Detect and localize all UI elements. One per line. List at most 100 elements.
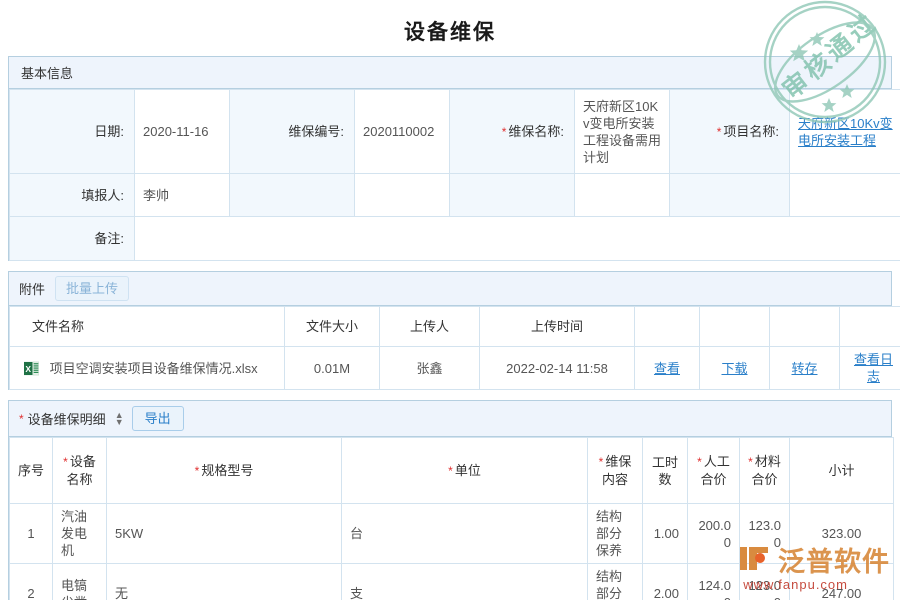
col-subtotal: 小计 [790,438,894,504]
basic-info-header: 基本信息 [9,57,891,89]
view-link[interactable]: 查看 [654,361,680,376]
col-spec-model-text: 规格型号 [201,463,253,478]
table-header-row: 序号 *设备名称 *规格型号 *单位 *维保内容 工时数 *人工合价 *材料合价… [10,438,894,504]
col-filename: 文件名称 [10,307,285,347]
maintenance-name-label-text: 维保名称: [508,124,564,139]
project-name-label: *项目名称: [670,90,790,174]
attachment-action-cell: 下载 [700,347,770,390]
reporter-value[interactable]: 李帅 [135,174,230,217]
col-uploader: 上传人 [380,307,480,347]
col-spec-model: *规格型号 [107,438,342,504]
required-asterisk-icon: * [448,464,453,478]
attachment-uploader: 张鑫 [380,347,480,390]
attachment-action-cell: 转存 [770,347,840,390]
detail-labor-price[interactable]: 200.00 [688,504,740,564]
transfer-link[interactable]: 转存 [791,361,817,376]
attachment-title: 附件 [19,279,45,298]
document-page: 审 核 通 过 设备维保 基本信息 日期: 2020-11-16 [0,0,900,600]
detail-title: 设备维保明细 [28,409,106,428]
svg-text:X: X [25,363,31,373]
col-maintenance-content-text: 维保内容 [602,454,631,487]
table-row: 备注: [10,217,900,261]
required-asterisk-icon: * [502,125,507,139]
table-header-row: 文件名称 文件大小 上传人 上传时间 [10,307,900,347]
detail-material-price[interactable]: 123.00 [740,504,790,564]
date-label: 日期: [10,90,135,174]
col-action-transfer [770,307,840,347]
col-action-download [700,307,770,347]
col-device-name: *设备名称 [53,438,107,504]
project-name-link[interactable]: 天府新区10Kv变电所安装工程 [798,116,893,148]
required-asterisk-icon: * [63,455,68,469]
empty-cell [355,174,450,217]
project-name-value[interactable]: 天府新区10Kv变电所安装工程 [790,90,900,174]
detail-device-name[interactable]: 汽油发电机 [53,504,107,564]
col-unit: *单位 [342,438,588,504]
view-log-link[interactable]: 查看日志 [854,352,893,384]
page-title: 设备维保 [0,0,900,56]
table-row: 日期: 2020-11-16 维保编号: 2020110002 *维保名称: 天… [10,90,900,174]
export-button[interactable]: 导出 [132,406,184,431]
detail-labor-price[interactable]: 124.00 [688,564,740,600]
detail-spec-model[interactable]: 无 [107,564,342,600]
remark-value[interactable] [135,217,900,261]
detail-index: 1 [10,504,53,564]
detail-labor-hours[interactable]: 1.00 [643,504,688,564]
reporter-label: 填报人: [10,174,135,217]
basic-info-title: 基本信息 [21,63,73,82]
detail-maintenance-content[interactable]: 结构部分保养 [588,564,643,600]
chevron-down-icon: ▼ [115,419,124,426]
col-unit-text: 单位 [455,463,481,478]
detail-material-price[interactable]: 123.00 [740,564,790,600]
empty-cell [790,174,900,217]
basic-info-section: 基本信息 日期: 2020-11-16 维保编号: 2020110002 *维保… [8,56,892,261]
attachment-action-cell: 查看 [635,347,700,390]
sort-toggle-icon[interactable]: ▲ ▼ [115,412,124,426]
col-device-name-text: 设备名称 [66,454,95,487]
col-labor-price: *人工合价 [688,438,740,504]
detail-subtotal: 323.00 [790,504,894,564]
attachment-filesize: 0.01M [285,347,380,390]
detail-labor-hours[interactable]: 2.00 [643,564,688,600]
empty-cell [450,174,575,217]
detail-index: 2 [10,564,53,600]
empty-cell [230,174,355,217]
table-row: 填报人: 李帅 [10,174,900,217]
col-action-view [635,307,700,347]
col-maintenance-content: *维保内容 [588,438,643,504]
col-action-log [840,307,900,347]
maintenance-code-label: 维保编号: [230,90,355,174]
basic-info-table: 日期: 2020-11-16 维保编号: 2020110002 *维保名称: 天… [9,89,900,261]
detail-table: 序号 *设备名称 *规格型号 *单位 *维保内容 工时数 *人工合价 *材料合价… [9,437,894,600]
attachment-table: 文件名称 文件大小 上传人 上传时间 X [9,306,900,390]
required-asterisk-icon: * [195,464,200,478]
detail-device-name[interactable]: 电镐尖凿 [53,564,107,600]
col-filesize: 文件大小 [285,307,380,347]
required-asterisk-icon: * [599,455,604,469]
detail-unit[interactable]: 支 [342,564,588,600]
attachment-upload-time: 2022-02-14 11:58 [480,347,635,390]
table-row: 1 汽油发电机 5KW 台 结构部分保养 1.00 200.00 123.00 … [10,504,894,564]
required-asterisk-icon: * [697,455,702,469]
detail-header: * 设备维保明细 ▲ ▼ 导出 [9,401,891,437]
empty-cell [670,174,790,217]
col-index: 序号 [10,438,53,504]
detail-unit[interactable]: 台 [342,504,588,564]
detail-section: * 设备维保明细 ▲ ▼ 导出 序号 *设备名称 *规格型号 *单位 *维保内容 [8,400,892,600]
col-material-price: *材料合价 [740,438,790,504]
date-value[interactable]: 2020-11-16 [135,90,230,174]
attachment-filename-text[interactable]: 项目空调安装项目设备维保情况.xlsx [50,361,258,376]
maintenance-code-value[interactable]: 2020110002 [355,90,450,174]
empty-cell [575,174,670,217]
col-labor-price-text: 人工合价 [700,454,729,487]
batch-upload-button[interactable]: 批量上传 [55,276,129,301]
maintenance-name-value[interactable]: 天府新区10Kv变电所安装工程设备需用计划 [575,90,670,174]
attachment-header: 附件 批量上传 [9,272,891,306]
col-material-price-text: 材料合价 [751,454,780,487]
required-asterisk-icon: * [717,125,722,139]
attachment-section: 附件 批量上传 文件名称 文件大小 上传人 上传时间 [8,271,892,390]
project-name-label-text: 项目名称: [723,124,779,139]
download-link[interactable]: 下载 [721,361,747,376]
detail-spec-model[interactable]: 5KW [107,504,342,564]
detail-maintenance-content[interactable]: 结构部分保养 [588,504,643,564]
